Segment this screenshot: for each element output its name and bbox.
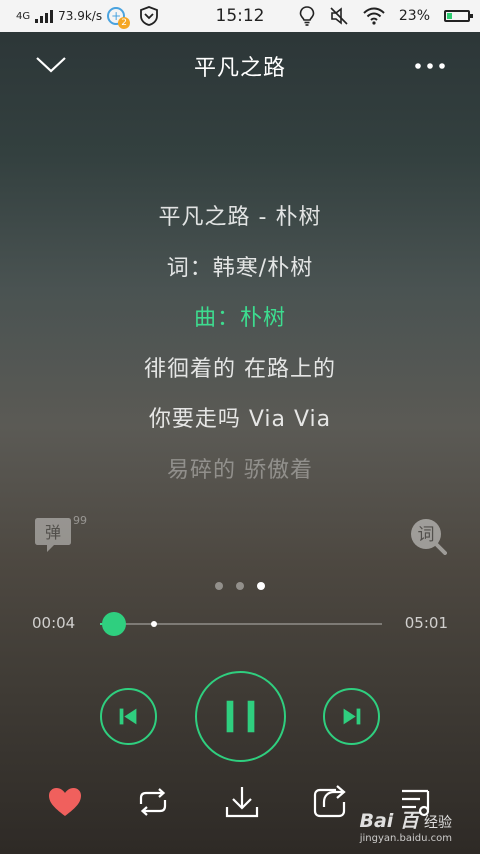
download-button[interactable] [222,782,262,822]
bulb-icon [299,6,315,26]
page-dot [257,582,265,590]
lyric-line: 易碎的 骄傲着 [167,457,313,483]
wifi-icon [363,7,385,25]
lyrics-panel[interactable]: 平凡之路 - 朴树 词：韩寒/朴树 曲：朴树 徘徊着的 在路上的 你要走吗 Vi… [0,196,480,499]
repeat-button[interactable] [133,782,173,822]
lyric-search-button[interactable]: 词 [408,516,448,556]
current-time: 00:04 [32,614,76,632]
song-title: 平凡之路 [193,56,286,81]
watermark-url: jingyan.baidu.com [359,833,452,844]
status-bar: 4G 73.9k/s +2 15:12 23% [0,0,480,32]
lyric-search-icon: 词 [411,519,447,555]
lyric-line: 徘徊着的 在路上的 [144,356,336,382]
progress-bar[interactable] [100,612,382,636]
watermark-logo: Bai 百 [359,810,419,832]
download-icon [225,787,259,818]
page-dot [236,582,244,590]
previous-button[interactable] [100,688,157,745]
progress-thumb[interactable] [102,612,127,636]
next-button[interactable] [323,688,380,745]
total-time: 05:01 [404,614,448,632]
pause-button[interactable] [195,671,286,762]
watermark-label: 经验 [424,815,452,831]
share-button[interactable] [310,782,350,822]
battery-icon [444,10,473,22]
player-header: 平凡之路 [0,32,480,100]
share-icon [313,785,346,818]
page-indicator [0,582,480,590]
battery-percent: 23% [398,8,430,24]
previous-icon [119,708,137,725]
more-icon [415,63,445,69]
page-dot [215,582,223,590]
heart-icon [49,788,81,816]
lyric-search-label: 词 [418,525,435,545]
danmu-icon: 弹 99+ [35,514,96,552]
danmu-count: 99+ [73,514,88,527]
danmu-label: 弹 [45,523,61,542]
more-button[interactable] [410,54,450,78]
buffer-marker [150,621,157,627]
lyric-line: 平凡之路 - 朴树 [158,205,322,230]
danmu-button[interactable]: 弹 99+ [34,512,96,556]
mute-icon [330,7,348,25]
repeat-icon [139,788,167,816]
pause-icon [226,700,255,733]
next-icon [343,708,361,725]
lyric-line: 词：韩寒/朴树 [166,255,314,281]
lyric-line: 你要走吗 Via Via [148,407,332,432]
lyric-line-current: 曲：朴树 [193,306,286,331]
baidu-watermark: Bai 百 经验 jingyan.baidu.com [359,806,452,844]
status-right: 23% [299,0,473,32]
like-button[interactable] [45,782,85,822]
